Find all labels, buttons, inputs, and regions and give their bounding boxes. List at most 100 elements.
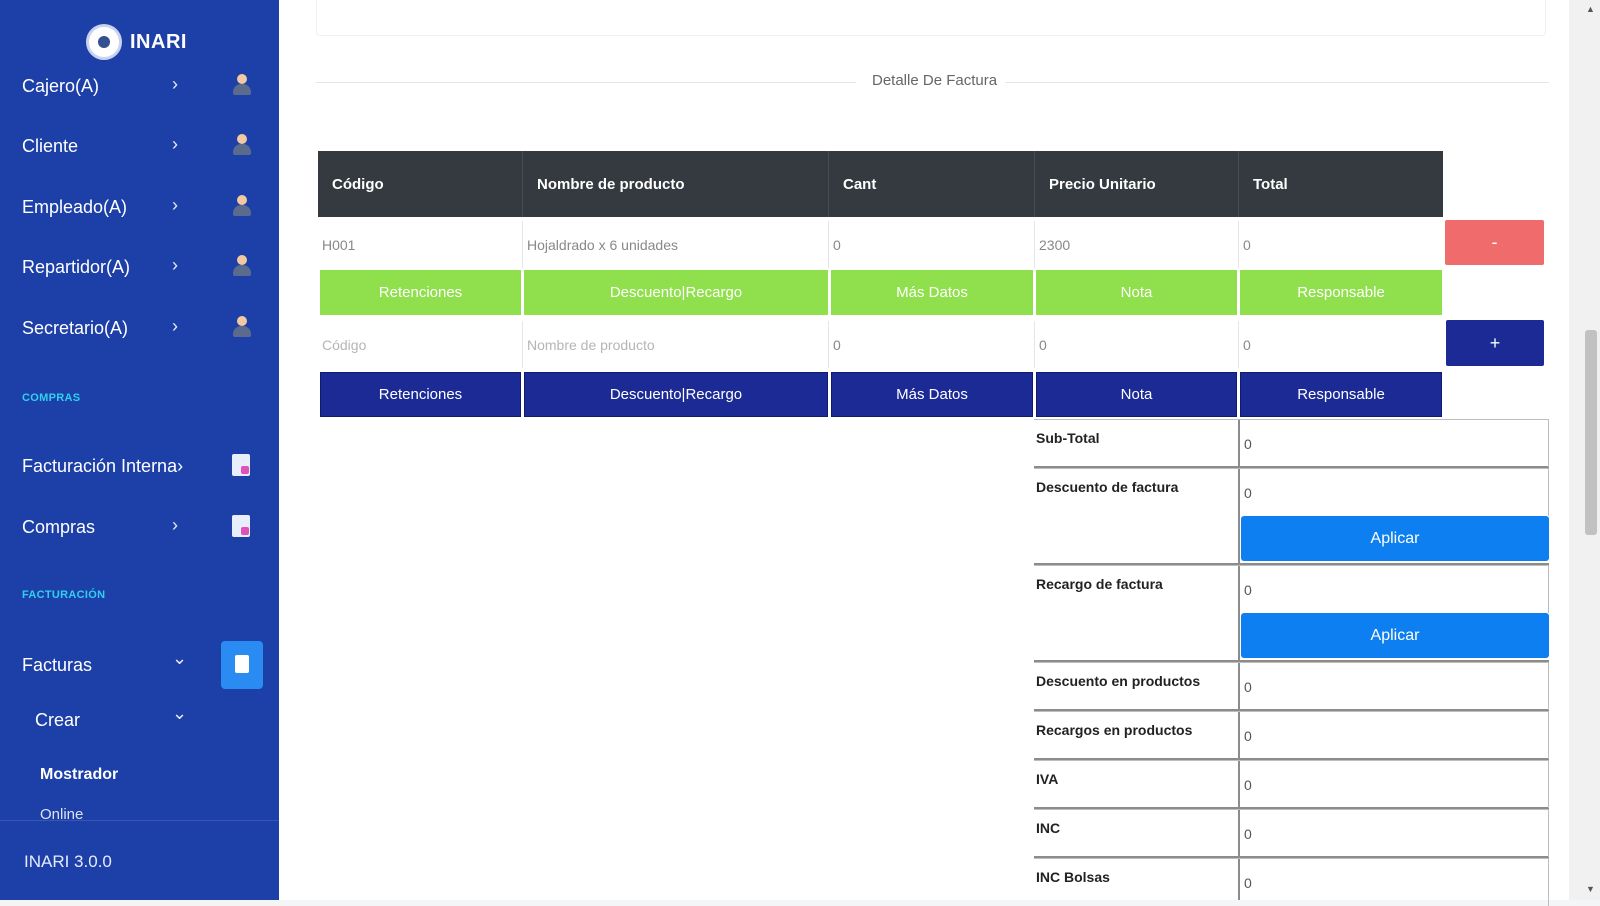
descuento-productos-value: 0 bbox=[1240, 663, 1549, 710]
inc-bolsas-value: 0 bbox=[1240, 859, 1549, 906]
add-row-button[interactable]: + bbox=[1446, 320, 1544, 366]
client-icon bbox=[232, 134, 252, 158]
recargos-productos-row: Recargos en productos 0 bbox=[1034, 711, 1549, 760]
brand-name: INARI bbox=[130, 30, 187, 53]
brand[interactable]: INARI bbox=[86, 20, 187, 64]
chevron-right-icon: › bbox=[172, 195, 178, 215]
iva-value: 0 bbox=[1240, 761, 1549, 808]
new-code-input[interactable]: Código bbox=[318, 321, 523, 368]
chevron-right-icon: › bbox=[172, 134, 178, 154]
apply-discount-button[interactable]: Aplicar bbox=[1241, 516, 1549, 561]
row1-responsable-button[interactable]: Responsable bbox=[1240, 270, 1442, 315]
row1-nota-button[interactable]: Nota bbox=[1036, 270, 1237, 315]
recargo-factura-label: Recargo de factura bbox=[1034, 566, 1240, 660]
row1-retenciones-button[interactable]: Retenciones bbox=[320, 270, 521, 315]
sidebar-item-cajero[interactable]: Cajero(A) › bbox=[0, 66, 279, 106]
inc-label: INC bbox=[1034, 810, 1240, 856]
sidebar-item-label: Repartidor(A) bbox=[22, 257, 131, 277]
chevron-right-icon: › bbox=[172, 515, 178, 535]
row1-mas-datos-button[interactable]: Más Datos bbox=[831, 270, 1033, 315]
row1-product-name[interactable]: Hojaldrado x 6 unidades bbox=[523, 221, 829, 268]
sidebar-item-label: Cliente bbox=[22, 136, 79, 156]
invoice-icon[interactable] bbox=[221, 641, 263, 689]
row1-total: 0 bbox=[1243, 236, 1251, 253]
column-header-unit-price: Precio Unitario bbox=[1035, 151, 1239, 217]
subtotal-value: 0 bbox=[1240, 420, 1549, 467]
sidebar-item-label: Cajero(A) bbox=[22, 76, 100, 96]
row1-code[interactable]: H001 bbox=[318, 221, 523, 268]
new-total: 0 bbox=[1243, 336, 1251, 353]
new-descuento-recargo-button[interactable]: Descuento|Recargo bbox=[524, 372, 828, 417]
employee-icon bbox=[232, 195, 252, 219]
sidebar-item-empleado[interactable]: Empleado(A) › bbox=[0, 187, 279, 227]
column-header-qty: Cant bbox=[829, 151, 1035, 217]
scroll-down-arrow-icon[interactable]: ▼ bbox=[1586, 884, 1595, 894]
row1-unit-price[interactable]: 2300 bbox=[1035, 221, 1239, 268]
purchases-icon bbox=[232, 515, 252, 539]
section-title-facturacion: FACTURACIÓN bbox=[22, 589, 106, 601]
inc-value: 0 bbox=[1240, 810, 1549, 857]
sidebar-subitem-mostrador[interactable]: Mostrador bbox=[40, 766, 118, 784]
new-unit-price-input[interactable]: 0 bbox=[1035, 321, 1239, 368]
sidebar-item-label: Compras bbox=[22, 517, 96, 537]
sidebar-item-label: Secretario(A) bbox=[22, 318, 129, 338]
chevron-right-icon: › bbox=[172, 255, 178, 275]
internal-invoice-icon bbox=[232, 454, 252, 478]
chevron-down-icon: ⌄ bbox=[172, 648, 188, 668]
recargo-factura-input[interactable]: 0 bbox=[1240, 566, 1549, 613]
descuento-factura-input[interactable]: 0 bbox=[1240, 469, 1549, 516]
new-responsable-button[interactable]: Responsable bbox=[1240, 372, 1442, 417]
new-product-name-input[interactable]: Nombre de producto bbox=[523, 321, 829, 368]
column-header-total: Total bbox=[1239, 151, 1443, 217]
subtotal-row: Sub-Total 0 bbox=[1034, 419, 1549, 468]
inc-bolsas-label: INC Bolsas bbox=[1034, 859, 1240, 900]
secretary-icon bbox=[232, 316, 252, 340]
section-title-compras: COMPRAS bbox=[22, 392, 81, 404]
sidebar-divider bbox=[0, 820, 279, 821]
scroll-up-arrow-icon[interactable]: ▲ bbox=[1586, 4, 1595, 14]
descuento-productos-row: Descuento en productos 0 bbox=[1034, 662, 1549, 711]
section-caption: Detalle De Factura bbox=[864, 72, 1006, 89]
divider-right bbox=[1004, 82, 1549, 83]
sidebar: INARI Cajero(A) › Cliente › Empleado(A) … bbox=[0, 0, 279, 900]
recargos-productos-label: Recargos en productos bbox=[1034, 712, 1240, 758]
sidebar-item-label: Crear bbox=[35, 710, 81, 730]
sidebar-item-compras[interactable]: Compras › bbox=[0, 507, 279, 547]
chevron-right-icon: › bbox=[172, 74, 178, 94]
new-retenciones-button[interactable]: Retenciones bbox=[320, 372, 521, 417]
chevron-right-icon: › bbox=[172, 316, 178, 336]
recargos-productos-value: 0 bbox=[1240, 712, 1549, 759]
inari-logo-icon bbox=[86, 24, 122, 60]
recargo-factura-row: Recargo de factura 0 Aplicar bbox=[1034, 565, 1549, 662]
apply-surcharge-button[interactable]: Aplicar bbox=[1241, 613, 1549, 658]
divider-left bbox=[316, 82, 856, 83]
inc-row: INC 0 bbox=[1034, 809, 1549, 858]
sidebar-item-label: Empleado(A) bbox=[22, 197, 128, 217]
cashier-icon bbox=[232, 74, 252, 98]
scrollbar-thumb[interactable] bbox=[1585, 330, 1597, 535]
descuento-productos-label: Descuento en productos bbox=[1034, 663, 1240, 709]
sidebar-item-label: Facturación Interna› bbox=[22, 456, 184, 476]
page-scrollbar[interactable]: ▲ ▼ bbox=[1569, 0, 1600, 900]
column-header-product-name: Nombre de producto bbox=[523, 151, 829, 217]
subtotal-label: Sub-Total bbox=[1034, 420, 1240, 466]
delivery-icon bbox=[232, 255, 252, 279]
sidebar-item-label: Facturas bbox=[22, 655, 93, 675]
new-mas-datos-button[interactable]: Más Datos bbox=[831, 372, 1033, 417]
new-nota-button[interactable]: Nota bbox=[1036, 372, 1237, 417]
new-qty-input[interactable]: 0 bbox=[829, 321, 1035, 368]
iva-label: IVA bbox=[1034, 761, 1240, 807]
descuento-factura-row: Descuento de factura 0 Aplicar bbox=[1034, 468, 1549, 565]
row1-descuento-recargo-button[interactable]: Descuento|Recargo bbox=[524, 270, 828, 315]
remove-row-button[interactable]: - bbox=[1445, 220, 1544, 265]
iva-row: IVA 0 bbox=[1034, 760, 1549, 809]
sidebar-item-repartidor[interactable]: Repartidor(A) › bbox=[0, 247, 279, 287]
inc-bolsas-row: INC Bolsas 0 bbox=[1034, 858, 1549, 906]
top-card bbox=[316, 0, 1546, 36]
descuento-factura-label: Descuento de factura bbox=[1034, 469, 1240, 563]
sidebar-item-facturacion-interna[interactable]: Facturación Interna› bbox=[0, 446, 279, 486]
row1-qty-input[interactable]: 0 bbox=[829, 221, 1035, 268]
sidebar-item-secretario[interactable]: Secretario(A) › bbox=[0, 308, 279, 348]
sidebar-item-crear[interactable]: Crear ⌄ bbox=[0, 700, 279, 740]
sidebar-item-cliente[interactable]: Cliente › bbox=[0, 126, 279, 166]
